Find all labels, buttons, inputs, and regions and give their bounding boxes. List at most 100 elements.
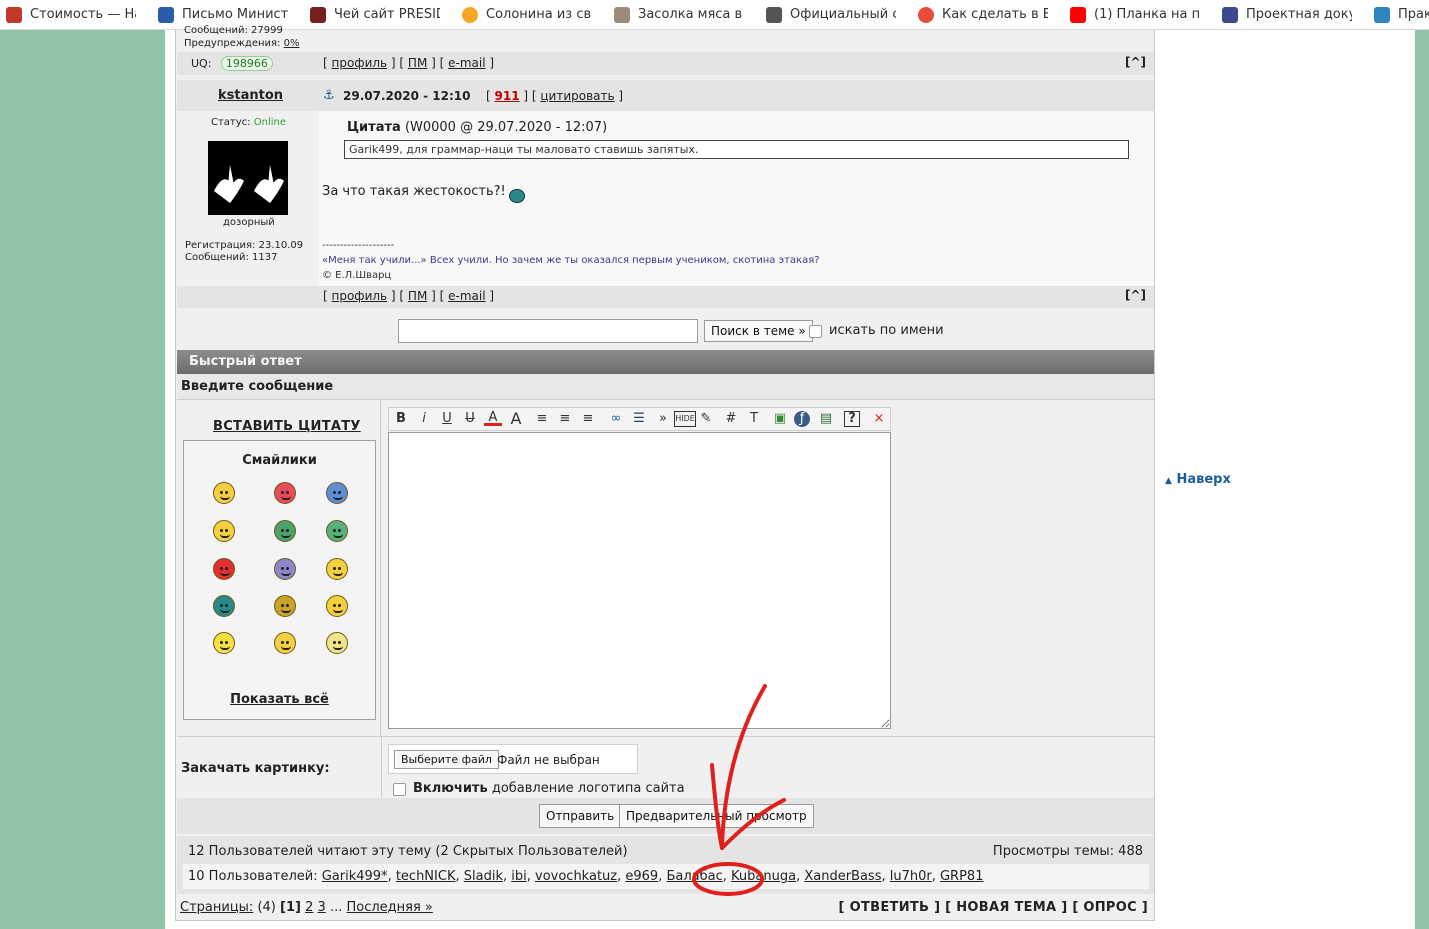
blue-smiley-icon[interactable]: [326, 482, 348, 504]
help-icon[interactable]: ?: [844, 411, 860, 427]
party-smiley-icon[interactable]: [326, 595, 348, 617]
green-smiley-icon[interactable]: [326, 520, 348, 542]
reader-user-link[interactable]: techNICK: [396, 869, 456, 884]
teal-smiley-icon[interactable]: [213, 595, 235, 617]
reader-user-link[interactable]: Sladik: [464, 869, 503, 884]
text-icon[interactable]: T: [745, 410, 763, 428]
bold-icon[interactable]: B: [392, 410, 410, 428]
reader-user-link[interactable]: Балабас: [666, 869, 722, 884]
prev-post-footer: UQ: 198966 [ профиль ] [ ПМ ] [ e-mail ]…: [177, 52, 1154, 75]
prev-profile-link[interactable]: профиль: [332, 56, 388, 70]
youtube-icon: [1070, 6, 1086, 23]
quote-link[interactable]: цитировать: [540, 89, 614, 103]
edit-icon[interactable]: ✎: [697, 410, 715, 428]
reader-user-link[interactable]: ibi: [511, 869, 526, 884]
cool-smiley-icon[interactable]: [213, 482, 235, 504]
logo-option-label: Включить добавление логотипа сайта: [413, 781, 685, 796]
choose-file-button[interactable]: Выберите файл: [394, 750, 499, 769]
reader-user-link[interactable]: XanderBass: [804, 869, 881, 884]
purple-smiley-icon[interactable]: [274, 558, 296, 580]
page-2-link[interactable]: 2: [305, 900, 313, 915]
strikethrough-icon[interactable]: U: [461, 410, 479, 428]
love-smiley-icon[interactable]: [274, 482, 296, 504]
video-icon[interactable]: ▤: [817, 410, 835, 428]
insert-quote-link[interactable]: ВСТАВИТЬ ЦИТАТУ: [213, 419, 361, 434]
post-author-link[interactable]: kstanton: [218, 88, 283, 103]
post-number[interactable]: 911: [495, 89, 520, 103]
reader-user-link[interactable]: GRP81: [940, 869, 984, 884]
forum-thread: Сообщений: 27999 Предупреждения: 0% UQ: …: [175, 25, 1155, 921]
flash-icon[interactable]: ƒ: [794, 411, 810, 427]
upload-row: Закачать картинку: Выберите файл Файл не…: [177, 736, 1154, 799]
show-all-smilies-link[interactable]: Показать всё: [184, 692, 375, 707]
bookmark-item[interactable]: Чей сайт PRESIDEN: [310, 6, 440, 23]
pm-link[interactable]: ПМ: [408, 289, 427, 303]
fighter-smiley-icon[interactable]: [213, 558, 235, 580]
bookmark-item[interactable]: Засолка мяса в до: [614, 6, 744, 23]
hash-icon[interactable]: #: [722, 410, 740, 428]
list-icon[interactable]: ☰: [630, 410, 648, 428]
post-author[interactable]: kstanton: [218, 88, 283, 103]
message-textarea[interactable]: [388, 432, 891, 729]
prev-email-link[interactable]: e-mail: [448, 56, 485, 70]
search-button[interactable]: Поиск в теме »: [704, 320, 813, 342]
page-3-link[interactable]: 3: [318, 900, 326, 915]
top-link[interactable]: [^]: [1125, 288, 1146, 302]
underline-icon[interactable]: U: [438, 410, 456, 428]
reader-user-link[interactable]: e969: [625, 869, 658, 884]
bookmark-item[interactable]: (1) Планка на пря: [1070, 6, 1200, 23]
preview-button[interactable]: Предварительный просмотр: [619, 804, 814, 828]
image-icon[interactable]: ▣: [771, 410, 789, 428]
bookmark-item[interactable]: Практи: [1374, 6, 1429, 23]
bookmark-item[interactable]: Письмо Министерс: [158, 6, 288, 23]
star-smiley-icon[interactable]: [326, 632, 348, 654]
prev-warnings-value[interactable]: 0%: [284, 38, 300, 49]
reply-button[interactable]: [ ОТВЕТИТЬ ]: [839, 900, 941, 915]
to-top-link[interactable]: ▲ Наверх: [1165, 472, 1231, 487]
search-input[interactable]: [398, 319, 698, 343]
bookmark-item[interactable]: Как сделать в Вор: [918, 6, 1048, 23]
quote-icon[interactable]: »: [654, 410, 672, 428]
link-icon[interactable]: ∞: [607, 410, 625, 428]
thread-actions: [ ОТВЕТИТЬ ] [ НОВАЯ ТЕМА ] [ ОПРОС ]: [839, 900, 1148, 915]
guitar-smiley-icon[interactable]: [326, 558, 348, 580]
reader-user-link[interactable]: Garik499*: [322, 869, 388, 884]
new-topic-button[interactable]: [ НОВАЯ ТЕМА ]: [945, 900, 1067, 915]
p-logo-icon: [310, 6, 326, 23]
bookmark-item[interactable]: Солонина из свин: [462, 6, 592, 23]
reader-user-link[interactable]: lu7h0r: [890, 869, 932, 884]
close-icon[interactable]: ×: [870, 410, 888, 428]
prev-top-link[interactable]: [^]: [1125, 55, 1146, 69]
status-value: Online: [253, 117, 286, 128]
font-size-icon[interactable]: A: [507, 410, 525, 428]
prev-pm-link[interactable]: ПМ: [408, 56, 427, 70]
search-by-name-checkbox[interactable]: [809, 325, 822, 338]
bookmark-item[interactable]: Проектная докуме: [1222, 6, 1352, 23]
hide-icon[interactable]: HIDE: [674, 411, 696, 427]
poll-button[interactable]: [ ОПРОС ]: [1072, 900, 1148, 915]
thumb-smiley-icon[interactable]: [213, 520, 235, 542]
pages-label[interactable]: Страницы:: [180, 900, 253, 915]
email-link[interactable]: e-mail: [448, 289, 485, 303]
italic-icon[interactable]: i: [415, 410, 433, 428]
reader-user-link[interactable]: vovochkatuz: [535, 869, 617, 884]
align-center-icon[interactable]: ≡: [556, 410, 574, 428]
align-right-icon[interactable]: ≡: [579, 410, 597, 428]
font-color-icon[interactable]: A: [484, 410, 502, 426]
avatar[interactable]: [208, 141, 288, 215]
align-left-icon[interactable]: ≡: [533, 410, 551, 428]
yellow-smiley-icon[interactable]: [213, 632, 235, 654]
gun-smiley-icon[interactable]: [274, 520, 296, 542]
logo-checkbox[interactable]: [393, 783, 406, 796]
last-page-link[interactable]: Последняя »: [346, 900, 432, 915]
bookmark-item[interactable]: Официальный сай: [766, 6, 896, 23]
laugh-smiley-icon[interactable]: [274, 632, 296, 654]
profile-link[interactable]: профиль: [332, 289, 388, 303]
bookmark-a-icon: [6, 6, 22, 23]
anchor-icon[interactable]: ⚓: [323, 88, 335, 103]
reader-user-link[interactable]: Kubanuga: [731, 869, 796, 884]
gold-smiley-icon[interactable]: [274, 595, 296, 617]
user-separator: ,: [526, 869, 535, 884]
bookmark-item[interactable]: Стоимость — Нало: [6, 6, 136, 23]
submit-button[interactable]: Отправить: [539, 804, 622, 828]
